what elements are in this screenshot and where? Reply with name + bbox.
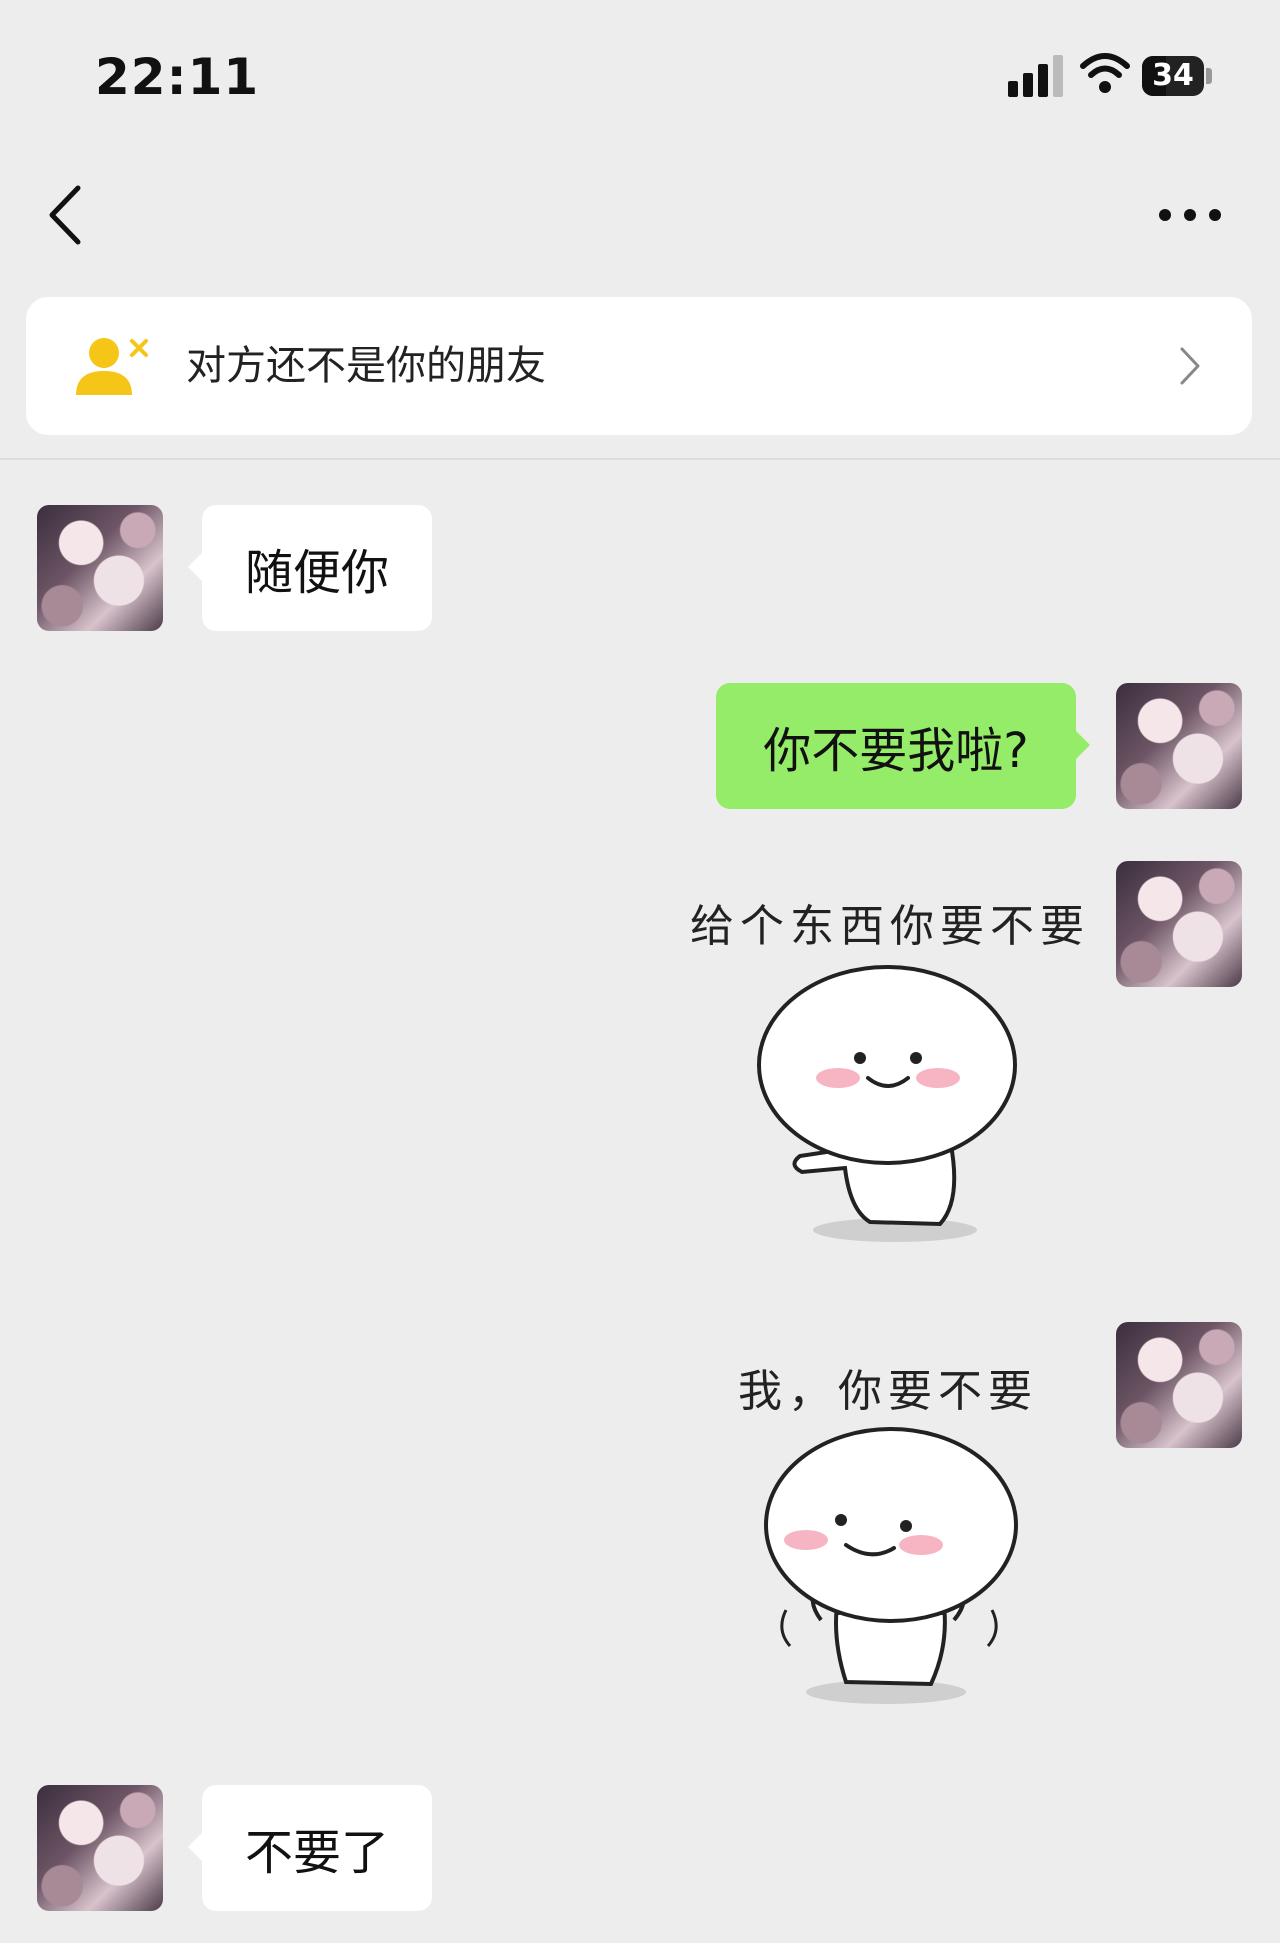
sticker-image [764, 1427, 1018, 1704]
sticker-caption: 我，你要不要 [738, 1366, 1038, 1417]
message-text: 你不要我啦? [763, 723, 1029, 779]
message-bubble-incoming[interactable]: 随便你 [188, 505, 432, 631]
battery-icon: 34 [1142, 56, 1214, 96]
not-friend-banner[interactable]: 对方还不是你的朋友 [26, 297, 1252, 435]
back-button[interactable] [40, 180, 90, 250]
message-bubble-incoming[interactable]: 不要了 [188, 1785, 432, 1911]
status-time: 22:11 [95, 48, 260, 106]
contact-avatar[interactable] [37, 1785, 163, 1911]
my-avatar[interactable] [1116, 1322, 1242, 1448]
battery-percent: 34 [1152, 58, 1194, 93]
divider [0, 458, 1280, 460]
more-button[interactable] [1155, 195, 1225, 235]
add-friend-icon [76, 338, 148, 395]
sticker-message[interactable]: 我，你要不要 [720, 1345, 1100, 1715]
message-text: 随便你 [244, 545, 389, 601]
my-avatar[interactable] [1116, 683, 1242, 809]
wifi-icon [1080, 53, 1130, 93]
chevron-right-icon [1180, 347, 1200, 385]
message-text: 不要了 [244, 1825, 389, 1881]
sticker-message[interactable]: 给个东西你要不要 [680, 880, 1084, 1260]
my-avatar[interactable] [1116, 861, 1242, 987]
contact-avatar[interactable] [37, 505, 163, 631]
banner-text: 对方还不是你的朋友 [186, 343, 546, 389]
sticker-caption: 给个东西你要不要 [690, 901, 1090, 952]
message-bubble-outgoing[interactable]: 你不要我啦? [716, 683, 1090, 809]
sticker-image [757, 965, 1017, 1242]
signal-icon [1008, 55, 1063, 97]
